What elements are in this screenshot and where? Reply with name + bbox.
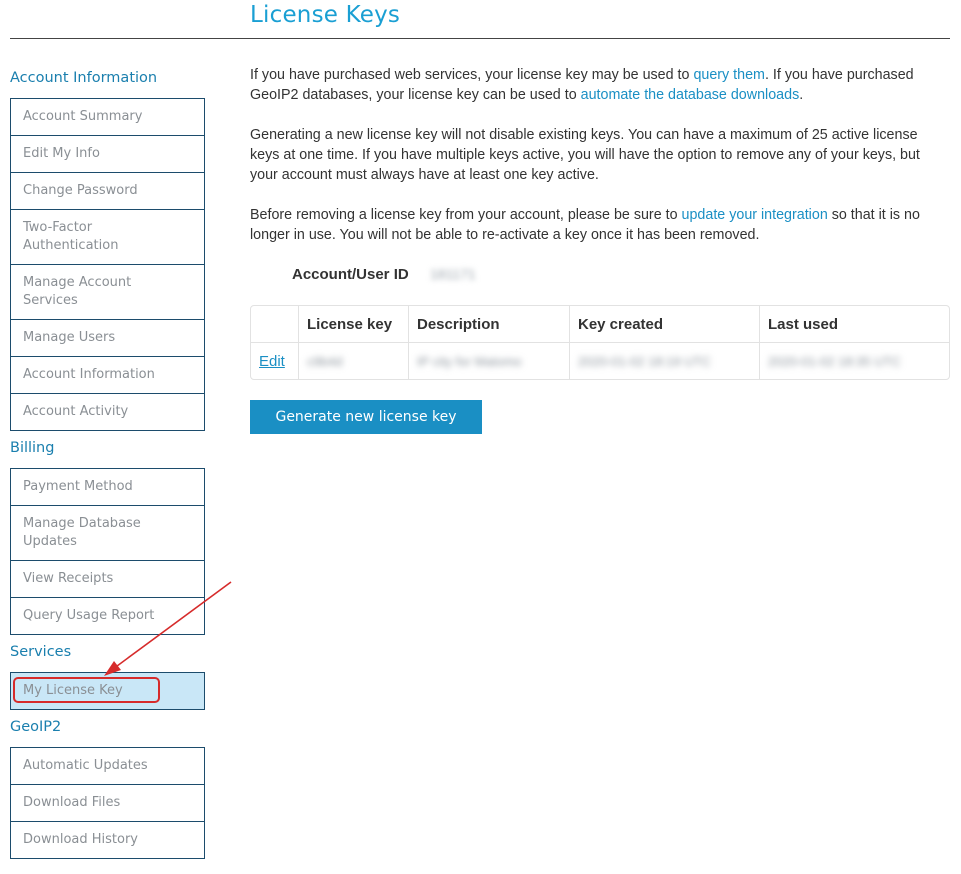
- last-used-value: 2020-01-02 18:35 UTC: [768, 354, 901, 369]
- sidebar-item-account-activity[interactable]: Account Activity: [11, 394, 204, 431]
- sidebar-group-services: My License Key: [10, 672, 205, 710]
- table-cell-description: IP city for Matomo: [409, 343, 570, 379]
- sidebar-item-manage-database-updates[interactable]: Manage Database Updates: [11, 506, 204, 561]
- intro-text-3: .: [799, 87, 804, 103]
- sidebar-item-label: Change Password: [23, 183, 138, 198]
- sidebar-item-my-license-key[interactable]: My License Key: [11, 673, 204, 710]
- sidebar-item-label: Download Files: [23, 795, 121, 810]
- table-header-description: Description: [409, 306, 570, 342]
- sidebar-item-download-history[interactable]: Download History: [11, 822, 204, 859]
- automate-downloads-link[interactable]: automate the database downloads: [581, 87, 800, 103]
- sidebar-item-label: Account Summary: [23, 109, 143, 124]
- sidebar-item-label: Payment Method: [23, 479, 133, 494]
- sidebar-item-label: Manage Users: [23, 330, 116, 345]
- table-header-key-created: Key created: [570, 306, 760, 342]
- sidebar-item-query-usage-report[interactable]: Query Usage Report: [11, 598, 204, 635]
- table-header-row: License key Description Key created Last…: [251, 306, 949, 343]
- sidebar-group-geoip2: Automatic Updates Download Files Downloa…: [10, 747, 205, 859]
- sidebar-heading-services: Services: [10, 644, 72, 660]
- intro-paragraph: If you have purchased web services, your…: [250, 65, 950, 105]
- sidebar-heading-account-information: Account Information: [10, 70, 158, 86]
- table-row: Edit c9b4d IP city for Matomo 2020-01-02…: [251, 343, 949, 379]
- sidebar-item-label: Two-Factor Authentication: [23, 220, 119, 253]
- sidebar-item-edit-my-info[interactable]: Edit My Info: [11, 136, 204, 173]
- table-cell-action: Edit: [251, 343, 299, 379]
- sidebar-item-automatic-updates[interactable]: Automatic Updates: [11, 748, 204, 785]
- account-user-id-label: Account/User ID: [292, 266, 409, 283]
- sidebar-item-manage-users[interactable]: Manage Users: [11, 320, 204, 357]
- edit-key-link[interactable]: Edit: [259, 353, 285, 370]
- annotation-highlight-box: [13, 677, 160, 703]
- query-them-link[interactable]: query them: [693, 67, 765, 83]
- license-keys-table: License key Description Key created Last…: [250, 305, 950, 380]
- sidebar-item-change-password[interactable]: Change Password: [11, 173, 204, 210]
- sidebar-item-account-information[interactable]: Account Information: [11, 357, 204, 394]
- table-header-license-key: License key: [299, 306, 409, 342]
- sidebar-heading-geoip2: GeoIP2: [10, 719, 62, 735]
- table-header-action: [251, 306, 299, 342]
- sidebar-item-label: Edit My Info: [23, 146, 100, 161]
- sidebar-item-label: Manage Database Updates: [23, 516, 141, 549]
- sidebar-item-label: View Receipts: [23, 571, 114, 586]
- sidebar-item-two-factor-authentication[interactable]: Two-Factor Authentication: [11, 210, 204, 265]
- license-key-value: c9b4d: [307, 354, 343, 369]
- sidebar-group-account-information: Account Summary Edit My Info Change Pass…: [10, 98, 205, 431]
- table-cell-last-used: 2020-01-02 18:35 UTC: [760, 343, 949, 379]
- key-limit-paragraph: Generating a new license key will not di…: [250, 127, 920, 183]
- sidebar-item-label: Account Activity: [23, 404, 129, 419]
- table-cell-license-key: c9b4d: [299, 343, 409, 379]
- removal-paragraph: Before removing a license key from your …: [250, 205, 950, 245]
- sidebar-item-label: Query Usage Report: [23, 608, 155, 623]
- key-created-value: 2020-01-02 18:19 UTC: [578, 354, 711, 369]
- sidebar-item-payment-method[interactable]: Payment Method: [11, 469, 204, 506]
- description-value: IP city for Matomo: [417, 354, 522, 369]
- sidebar-group-billing: Payment Method Manage Database Updates V…: [10, 468, 205, 635]
- sidebar-item-manage-account-services[interactable]: Manage Account Services: [11, 265, 204, 320]
- sidebar-item-label: Download History: [23, 832, 139, 847]
- page-title: License Keys: [250, 2, 401, 28]
- title-divider: [10, 38, 950, 39]
- sidebar-item-label: Automatic Updates: [23, 758, 148, 773]
- removal-text-1: Before removing a license key from your …: [250, 207, 682, 223]
- generate-license-key-button[interactable]: Generate new license key: [250, 400, 482, 434]
- intro-text-1: If you have purchased web services, your…: [250, 67, 694, 83]
- sidebar-item-label: Account Information: [23, 367, 155, 382]
- sidebar-item-download-files[interactable]: Download Files: [11, 785, 204, 822]
- table-cell-key-created: 2020-01-02 18:19 UTC: [570, 343, 760, 379]
- update-integration-link[interactable]: update your integration: [682, 207, 828, 223]
- sidebar-item-view-receipts[interactable]: View Receipts: [11, 561, 204, 598]
- sidebar-item-label: Manage Account Services: [23, 275, 132, 308]
- account-user-id-value: 181171: [430, 266, 476, 282]
- table-header-last-used: Last used: [768, 315, 839, 333]
- sidebar-heading-billing: Billing: [10, 440, 55, 456]
- sidebar-item-account-summary[interactable]: Account Summary: [11, 99, 204, 136]
